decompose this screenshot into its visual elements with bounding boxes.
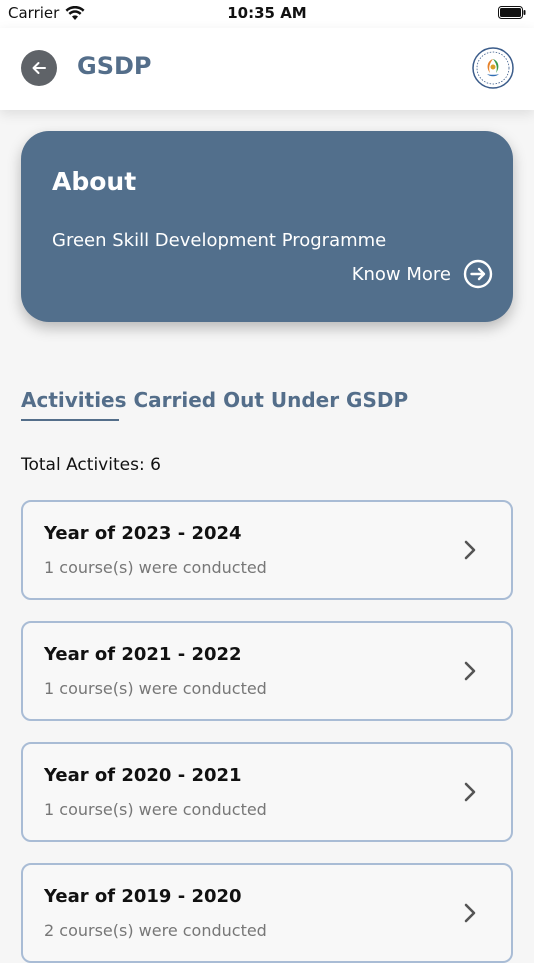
battery-icon: [498, 6, 526, 19]
status-bar: Carrier 10:35 AM: [0, 0, 534, 28]
activity-card[interactable]: Year of 2019 - 2020 2 course(s) were con…: [21, 863, 513, 963]
activity-year: Year of 2020 - 2021: [44, 765, 242, 786]
activity-year: Year of 2021 - 2022: [44, 644, 242, 665]
activity-card[interactable]: Year of 2023 - 2024 1 course(s) were con…: [21, 500, 513, 600]
activity-course-count: 1 course(s) were conducted: [44, 800, 267, 819]
app-bar: GSDP: [0, 28, 534, 110]
arrow-right-circle-icon: [463, 259, 493, 289]
activities-section-title: Activities Carried Out Under GSDP: [21, 388, 409, 412]
about-card: About Green Skill Development Programme …: [21, 131, 513, 322]
page-title: GSDP: [77, 52, 152, 80]
activity-card[interactable]: Year of 2021 - 2022 1 course(s) were con…: [21, 621, 513, 721]
activity-course-count: 2 course(s) were conducted: [44, 921, 267, 940]
about-title: About: [52, 167, 137, 196]
gsdp-logo-icon: [472, 47, 514, 89]
activity-course-count: 1 course(s) were conducted: [44, 679, 267, 698]
chevron-right-icon: [464, 903, 476, 923]
activity-year: Year of 2019 - 2020: [44, 886, 242, 907]
chevron-right-icon: [464, 661, 476, 681]
back-button[interactable]: [21, 50, 57, 86]
activity-year: Year of 2023 - 2024: [44, 523, 242, 544]
total-activities: Total Activites: 6: [21, 455, 161, 475]
section-underline: [21, 419, 119, 421]
arrow-left-icon: [32, 62, 46, 74]
chevron-right-icon: [464, 540, 476, 560]
chevron-right-icon: [464, 782, 476, 802]
status-time: 10:35 AM: [227, 4, 307, 22]
activity-card[interactable]: Year of 2020 - 2021 1 course(s) were con…: [21, 742, 513, 842]
know-more-button[interactable]: Know More: [352, 259, 493, 289]
about-description: Green Skill Development Programme: [52, 230, 387, 251]
activity-course-count: 1 course(s) were conducted: [44, 558, 267, 577]
know-more-label: Know More: [351, 263, 451, 285]
